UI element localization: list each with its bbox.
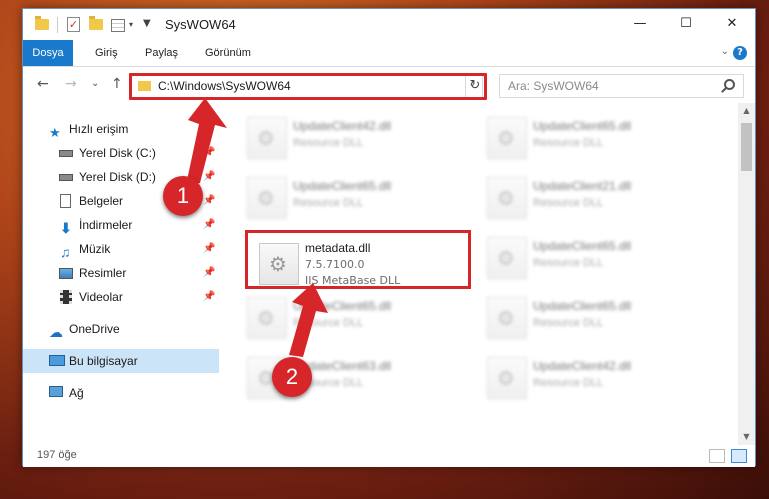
step-2-badge: 2 xyxy=(272,357,312,397)
arrow-2 xyxy=(289,283,328,357)
arrow-1 xyxy=(186,98,227,185)
annotation-arrows xyxy=(186,98,328,357)
step-1-badge: 1 xyxy=(163,176,203,216)
